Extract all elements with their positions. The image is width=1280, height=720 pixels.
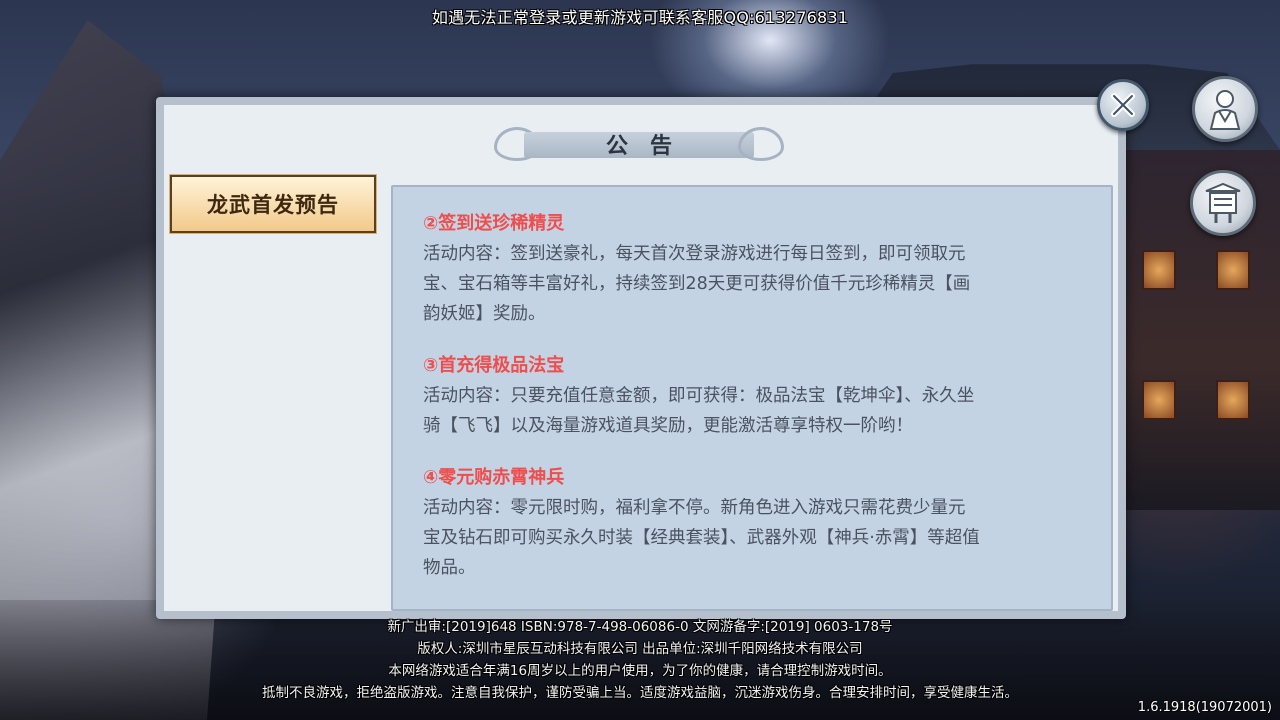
background-lantern-window <box>1142 380 1176 420</box>
section-body: 活动内容：零元限时购，福利拿不停。新角色进入游戏只需花费少量元 宝及钻石即可购买… <box>423 493 1081 583</box>
title-ornament-right <box>738 127 784 161</box>
announcement-section: ③首充得极品法宝 活动内容：只要充值任意金额，即可获得：极品法宝【乾坤伞】、永久… <box>423 351 1081 441</box>
section-line: 宝、宝石箱等丰富好礼，持续签到28天更可获得价值千元珍稀精灵【画 <box>423 274 971 294</box>
announcement-section: ②签到送珍稀精灵 活动内容：签到送豪礼，每天首次登录游戏进行每日签到，即可领取元… <box>423 209 1081 329</box>
section-line: 韵妖姬】奖励。 <box>423 304 546 324</box>
character-button[interactable] <box>1192 76 1258 142</box>
section-title: ②签到送珍稀精灵 <box>423 213 565 234</box>
section-body: 活动内容：只要充值任意金额，即可获得：极品法宝【乾坤伞】、永久坐 骑【飞飞】以及… <box>423 381 1081 441</box>
panel-title: 公告 <box>605 134 694 159</box>
section-title: ③首充得极品法宝 <box>423 355 565 376</box>
tab-longwu-launch-preview[interactable]: 龙武首发预告 <box>169 174 377 234</box>
announcement-tab-list: 龙武首发预告 <box>169 174 382 234</box>
section-line: 物品。 <box>423 558 476 578</box>
person-icon <box>1209 90 1241 130</box>
footer-copyright: 版权人:深圳市星辰互动科技有限公司 出品单位:深圳千阳网络技术有限公司 <box>417 641 863 657</box>
footer-publication-info: 新广出审:[2019]648 ISBN:978-7-498-06086-0 文网… <box>387 619 893 635</box>
close-button[interactable] <box>1097 79 1149 131</box>
notice-board-button[interactable] <box>1190 170 1256 236</box>
footer-health-advisory: 抵制不良游戏，拒绝盗版游戏。注意自我保护，谨防受骗上当。适度游戏益脑，沉迷游戏伤… <box>262 685 1018 701</box>
section-title: ④零元购赤霄神兵 <box>423 467 565 488</box>
announcement-section: ④零元购赤霄神兵 活动内容：零元限时购，福利拿不停。新角色进入游戏只需花费少量元… <box>423 463 1081 583</box>
announcement-content[interactable]: ②签到送珍稀精灵 活动内容：签到送豪礼，每天首次登录游戏进行每日签到，即可领取元… <box>391 185 1113 611</box>
close-icon <box>1111 93 1135 117</box>
section-line: 活动内容：零元限时购，福利拿不停。新角色进入游戏只需花费少量元 <box>423 498 966 518</box>
notice-board-icon <box>1205 182 1241 223</box>
section-body: 活动内容：签到送豪礼，每天首次登录游戏进行每日签到，即可领取元 宝、宝石箱等丰富… <box>423 239 1081 329</box>
section-line: 骑【飞飞】以及海量游戏道具奖励，更能激活尊享特权一阶哟！ <box>423 416 913 436</box>
announcement-panel-body: 公告 龙武首发预告 ②签到送珍稀精灵 活动内容：签到送豪礼，每天首次登录游戏进行… <box>164 105 1118 611</box>
section-line: 宝及钻石即可购买永久时装【经典套装】、武器外观【神兵·赤霄】等超值 <box>423 528 980 548</box>
panel-title-bar: 公告 <box>494 123 784 165</box>
announcement-panel: 公告 龙武首发预告 ②签到送珍稀精灵 活动内容：签到送豪礼，每天首次登录游戏进行… <box>156 97 1126 619</box>
version-label: 1.6.1918(19072001) <box>1137 700 1272 715</box>
section-line: 活动内容：只要充值任意金额，即可获得：极品法宝【乾坤伞】、永久坐 <box>423 386 975 406</box>
footer-age-notice: 本网络游戏适合年满16周岁以上的用户使用，为了你的健康，请合理控制游戏时间。 <box>388 663 892 679</box>
background-lantern-window <box>1216 250 1250 290</box>
legal-footer: 新广出审:[2019]648 ISBN:978-7-498-06086-0 文网… <box>0 616 1280 704</box>
background-lantern-window <box>1142 250 1176 290</box>
section-line: 活动内容：签到送豪礼，每天首次登录游戏进行每日签到，即可领取元 <box>423 244 966 264</box>
customer-service-notice: 如遇无法正常登录或更新游戏可联系客服QQ:613276831 <box>431 8 849 27</box>
background-lantern-window <box>1216 380 1250 420</box>
